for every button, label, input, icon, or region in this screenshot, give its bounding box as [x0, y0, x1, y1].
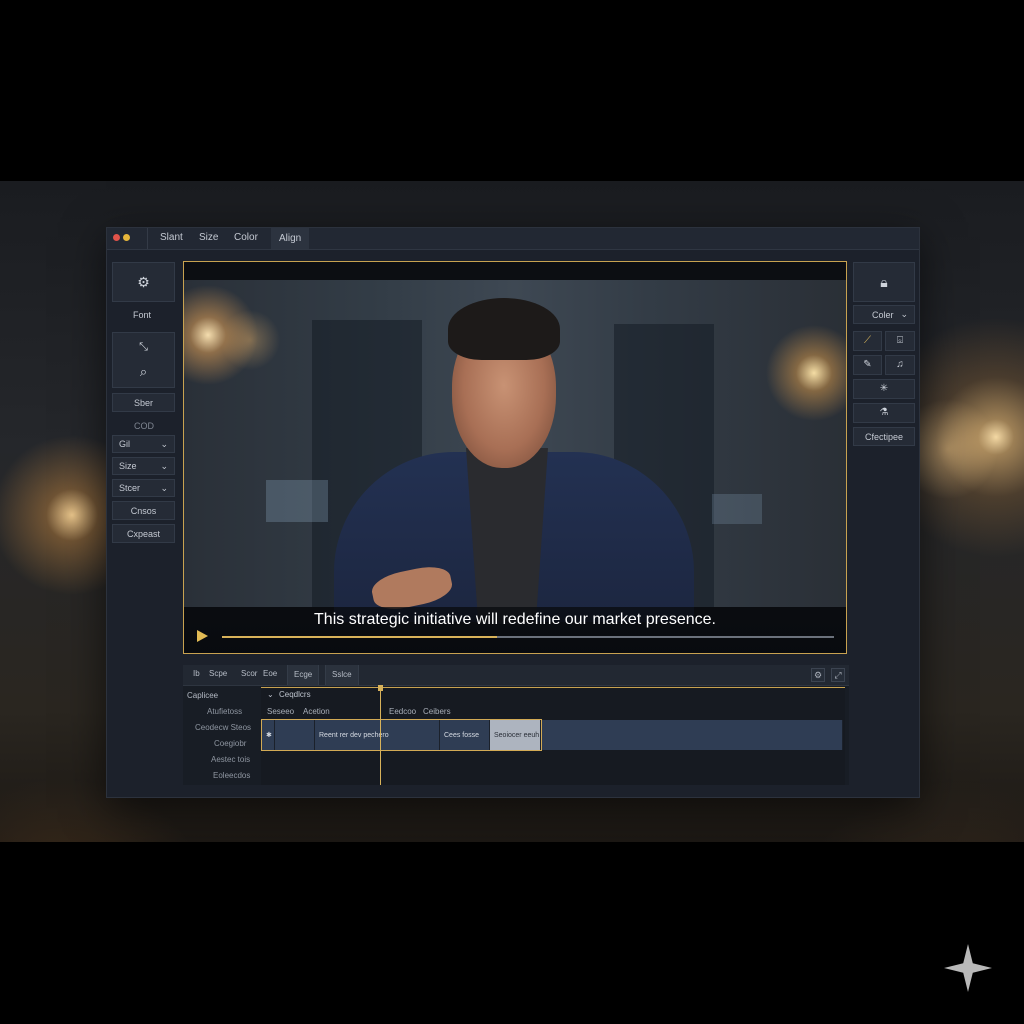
brush-tool[interactable]: ⟋: [853, 331, 882, 351]
basket-icon: ⌺: [897, 335, 903, 346]
brush-icon: ⟋: [864, 335, 871, 346]
export-button[interactable]: Cxpeast: [112, 524, 175, 543]
size-dropdown[interactable]: Size ⌄: [112, 457, 175, 475]
playhead[interactable]: [380, 687, 381, 785]
font-dropdown[interactable]: Gil ⌄: [112, 435, 175, 453]
track-labels: Caplicee Atufietoss Ceodecw Steos Coegio…: [183, 687, 259, 785]
transform-icon[interactable]: ⤡: [139, 342, 148, 353]
adjust-tool[interactable]: ⚗: [853, 403, 915, 423]
selection-frame: [261, 719, 542, 751]
style-dropdown-value: Stcer: [119, 483, 141, 493]
subheader: Seseeo: [267, 707, 295, 716]
background-monitor: [266, 480, 328, 522]
chevron-down-icon: ⌄: [267, 690, 274, 699]
color-dropdown-value: Coler: [872, 309, 894, 320]
timeline-toolbar: Ib Scpe Scor Eoe Ecge Sslce ⚙ ⤢: [183, 665, 849, 686]
pen-icon: ✎: [863, 359, 872, 370]
cross-button[interactable]: Cnsos: [112, 501, 175, 520]
video-frame: [184, 280, 846, 624]
caption-track-header[interactable]: ⌄ Ceqdlcrs: [261, 687, 845, 702]
lock-icon: 🔒︎: [880, 274, 888, 290]
gear-icon: ⚙: [137, 274, 150, 290]
timeline-clip[interactable]: [541, 720, 843, 750]
search-icon[interactable]: ⌕: [140, 365, 147, 378]
expand-icon[interactable]: ⤢: [831, 668, 845, 682]
adjust-icon: ⚗: [879, 407, 889, 418]
chevron-down-icon: ⌄: [160, 482, 168, 493]
tab-slice[interactable]: Sslce: [325, 665, 359, 685]
tab-ib[interactable]: Ib: [193, 669, 200, 678]
pen-tool[interactable]: ✎: [853, 355, 882, 375]
tools-box: ⤡ ⌕: [112, 332, 175, 388]
size-dropdown-value: Size: [119, 461, 137, 471]
track-label: Eoleecdos: [213, 771, 251, 780]
settings-button[interactable]: Cfectipee: [853, 427, 915, 446]
note-icon: ♫: [896, 359, 904, 370]
play-icon[interactable]: [197, 630, 208, 642]
caption-group-label[interactable]: Caplicee: [187, 691, 218, 700]
letterbox: [184, 262, 846, 280]
menu-slant[interactable]: Slant: [160, 232, 183, 243]
settings-icon[interactable]: ⚙: [811, 668, 825, 682]
person-shirt: [466, 448, 548, 624]
menu-bar: Slant Size Color Align: [107, 228, 919, 250]
font-label: Font: [133, 310, 152, 320]
track-label: Aestec tois: [211, 755, 251, 764]
person-hair: [448, 298, 560, 360]
tab-eoe[interactable]: Eoe: [263, 669, 277, 678]
effects-tool[interactable]: ✳: [853, 379, 915, 399]
caption-track-label: Ceqdlcrs: [279, 690, 311, 699]
track-label: Atufietoss: [207, 707, 243, 716]
scrubber-progress: [222, 636, 498, 638]
color-dropdown[interactable]: Coler ⌄: [853, 305, 915, 324]
chevron-down-icon: ⌄: [160, 438, 168, 449]
basket-tool[interactable]: ⌺: [885, 331, 915, 351]
scrubber[interactable]: [222, 636, 834, 638]
chevron-down-icon: ⌄: [900, 309, 908, 319]
tab-edge[interactable]: Ecge: [287, 665, 320, 685]
font-settings-button[interactable]: ⚙: [112, 262, 175, 302]
chevron-down-icon: ⌄: [160, 460, 168, 471]
lock-button[interactable]: 🔒︎: [853, 262, 915, 302]
menu-color[interactable]: Color: [234, 232, 258, 243]
subheader: Eedcoo: [389, 707, 417, 716]
sparkle-icon: ✳: [879, 383, 889, 394]
playhead-handle[interactable]: [378, 685, 383, 691]
section-label: COD: [134, 421, 154, 431]
subheader: Acetion: [303, 707, 330, 716]
close-dot[interactable]: [113, 234, 120, 241]
tab-scope[interactable]: Scpe: [209, 669, 227, 678]
timeline-panel: Ib Scpe Scor Eoe Ecge Sslce ⚙ ⤢ Caplicee…: [183, 665, 849, 785]
background-monitor: [712, 494, 762, 524]
subheader: Ceibers: [423, 707, 451, 716]
video-preview[interactable]: This strategic initiative will redefine …: [183, 261, 847, 654]
track-label: Coegiobr: [214, 739, 247, 748]
menu-divider: [147, 228, 148, 249]
minimize-dot[interactable]: [123, 234, 130, 241]
tab-score[interactable]: Scor: [241, 669, 257, 678]
menu-align[interactable]: Align: [271, 228, 310, 249]
sparkle-icon: [944, 944, 992, 992]
note-tool[interactable]: ♫: [885, 355, 915, 375]
font-dropdown-value: Gil: [119, 439, 130, 449]
track-area[interactable]: ⌄ Ceqdlcrs Seseeo Acetion Eedcoo Ceibers…: [261, 685, 845, 785]
editor-window: Slant Size Color Align ⚙ Font ⤡ ⌕ Sber C…: [106, 227, 920, 798]
track-label: Ceodecw Steos: [195, 723, 252, 732]
caption-text[interactable]: This strategic initiative will redefine …: [184, 611, 846, 629]
menu-size[interactable]: Size: [199, 232, 218, 243]
style-dropdown[interactable]: Stcer ⌄: [112, 479, 175, 497]
style-button[interactable]: Sber: [112, 393, 175, 412]
